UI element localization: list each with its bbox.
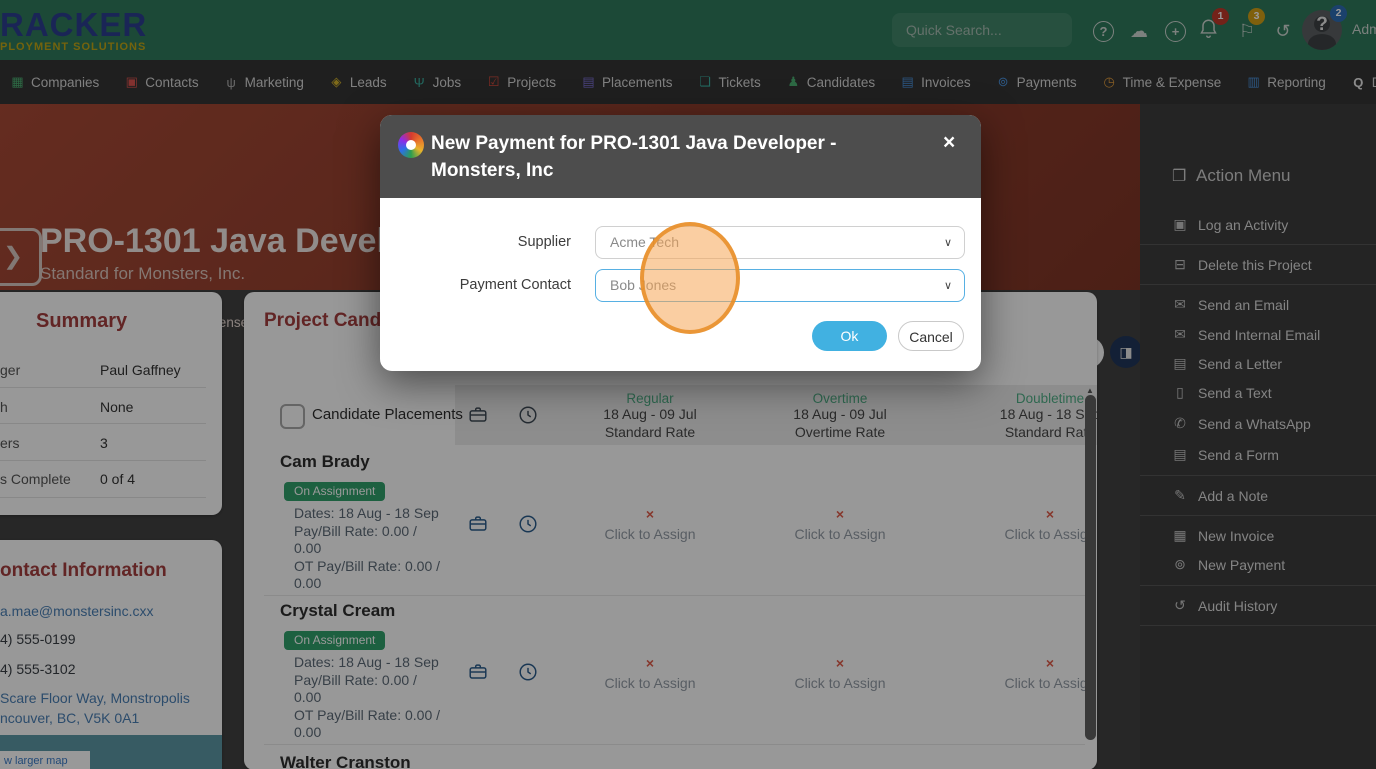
cancel-button[interactable]: Cancel bbox=[898, 321, 964, 351]
app-root: RACKER PLOYMENT SOLUTIONS ? ☁ + 1 ⚐ 3 ↺ … bbox=[0, 0, 1376, 769]
payment-contact-label: Payment Contact bbox=[459, 277, 571, 293]
chevron-down-icon: ∨ bbox=[943, 237, 952, 249]
click-highlight-indicator bbox=[640, 222, 740, 334]
supplier-label: Supplier bbox=[517, 234, 571, 250]
tracker-logo-icon bbox=[398, 132, 424, 158]
close-icon[interactable]: × bbox=[943, 131, 955, 155]
modal-header: New Payment for PRO-1301 Java Developer … bbox=[380, 115, 981, 198]
modal-title: New Payment for PRO-1301 Java Developer … bbox=[431, 133, 837, 181]
ok-button[interactable]: Ok bbox=[812, 321, 887, 351]
chevron-down-icon: ∨ bbox=[943, 280, 952, 292]
